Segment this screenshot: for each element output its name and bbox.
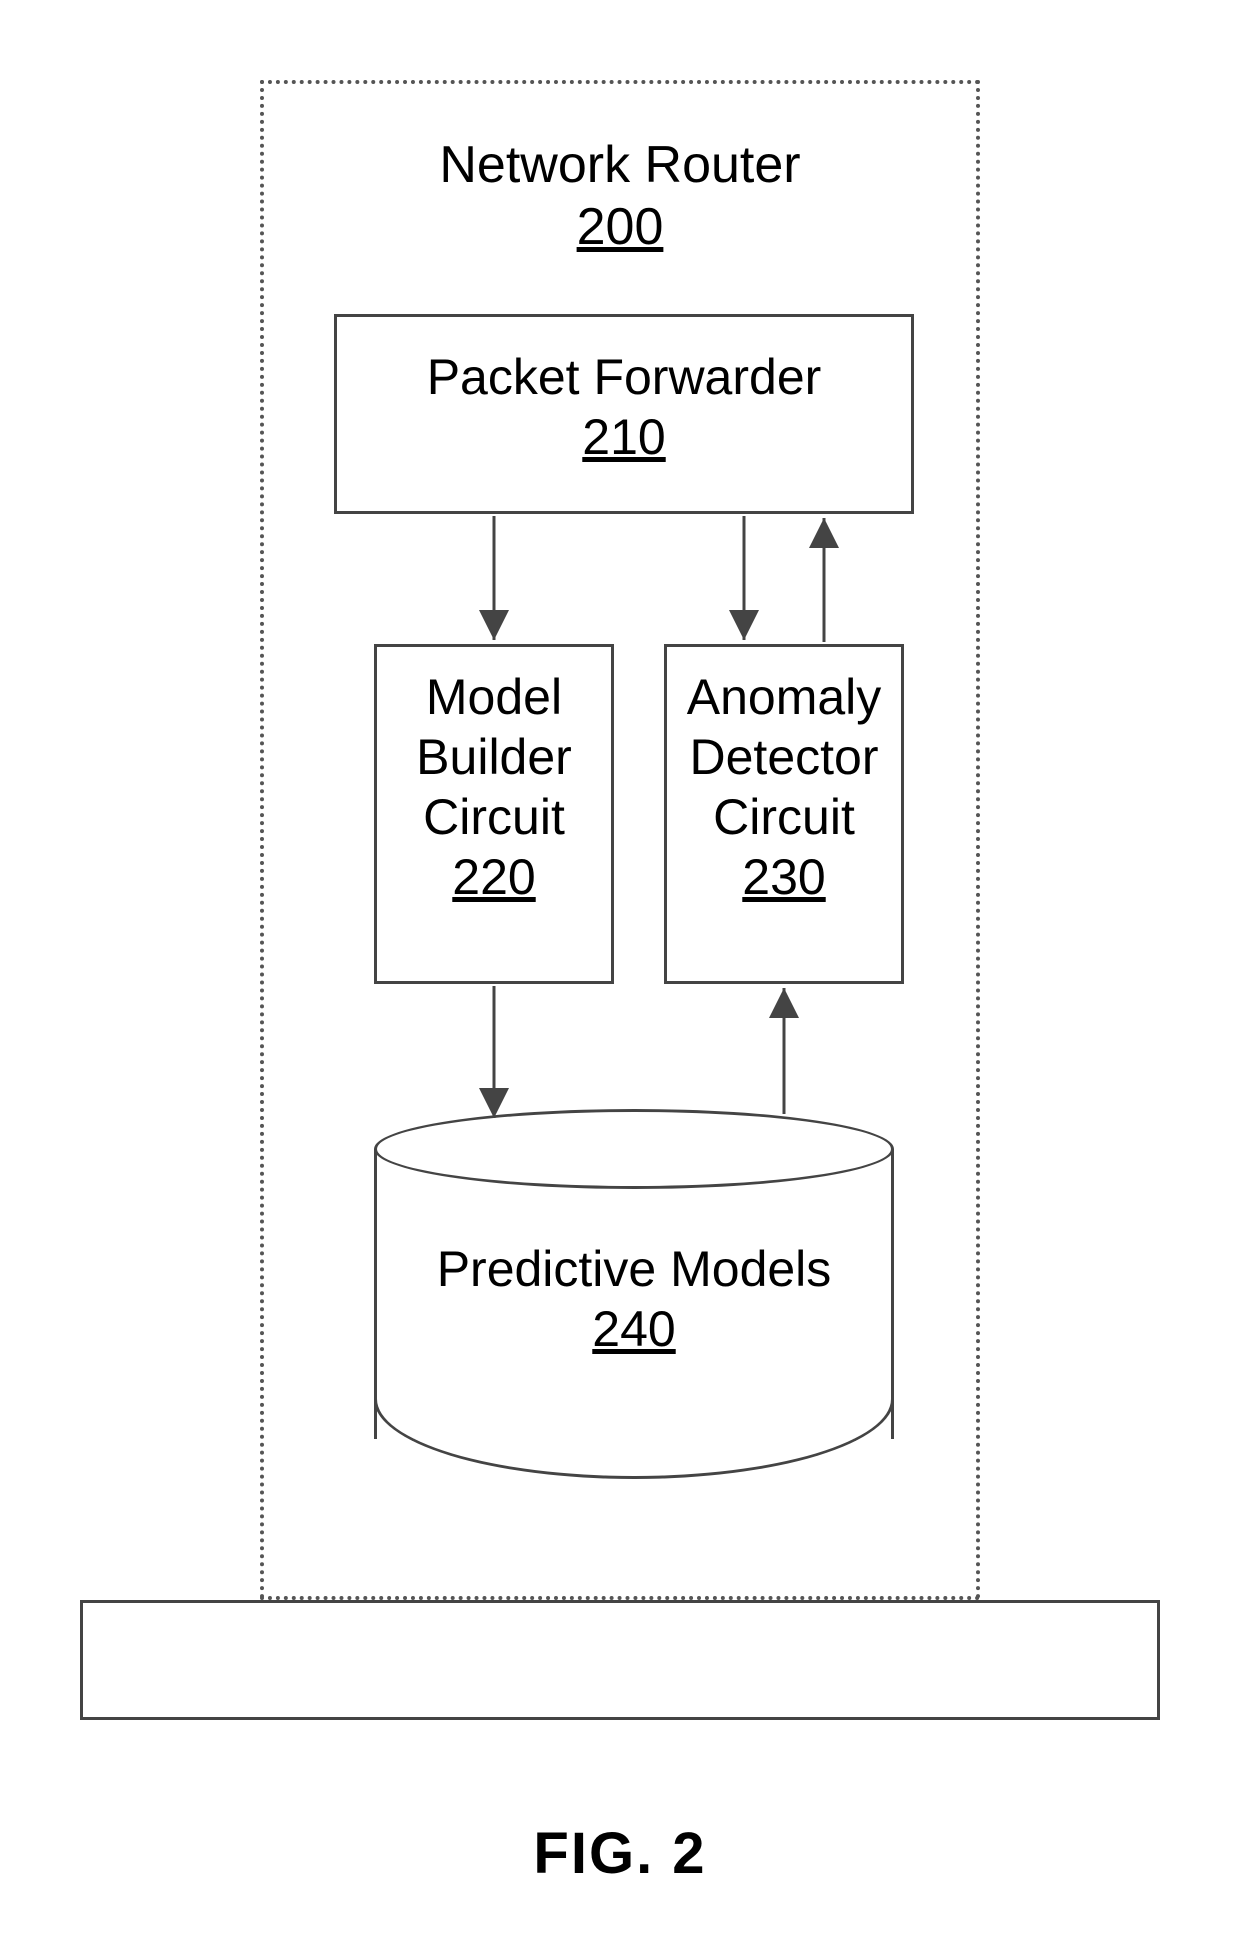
network-router-title: Network Router 200 (264, 134, 976, 259)
network-router-container: Network Router 200 Packet Forwarder 210 … (260, 80, 980, 1600)
packet-forwarder-box: Packet Forwarder 210 (334, 314, 914, 514)
model-builder-ref: 220 (452, 849, 535, 905)
predictive-models-cylinder: Predictive Models 240 (374, 1109, 894, 1469)
predictive-models-ref: 240 (592, 1301, 675, 1357)
anomaly-detector-l3: Circuit (713, 789, 855, 845)
model-builder-box: Model Builder Circuit 220 (374, 644, 614, 984)
packet-forwarder-title: Packet Forwarder (427, 349, 822, 405)
anomaly-detector-box: Anomaly Detector Circuit 230 (664, 644, 904, 984)
predictive-models-label: Predictive Models 240 (374, 1239, 894, 1359)
anomaly-detector-ref: 230 (742, 849, 825, 905)
packet-forwarder-ref: 210 (582, 409, 665, 465)
anomaly-detector-l1: Anomaly (687, 669, 882, 725)
predictive-models-title: Predictive Models (437, 1241, 832, 1297)
model-builder-l2: Builder (416, 729, 572, 785)
figure-caption: FIG. 2 (0, 1820, 1240, 1887)
anomaly-detector-l2: Detector (690, 729, 879, 785)
model-builder-l3: Circuit (423, 789, 565, 845)
page: Network Router 200 Packet Forwarder 210 … (0, 0, 1240, 1953)
network-router-title-text: Network Router (439, 136, 800, 194)
bus-bar (80, 1600, 1160, 1720)
model-builder-l1: Model (426, 669, 562, 725)
network-router-ref: 200 (577, 198, 664, 256)
